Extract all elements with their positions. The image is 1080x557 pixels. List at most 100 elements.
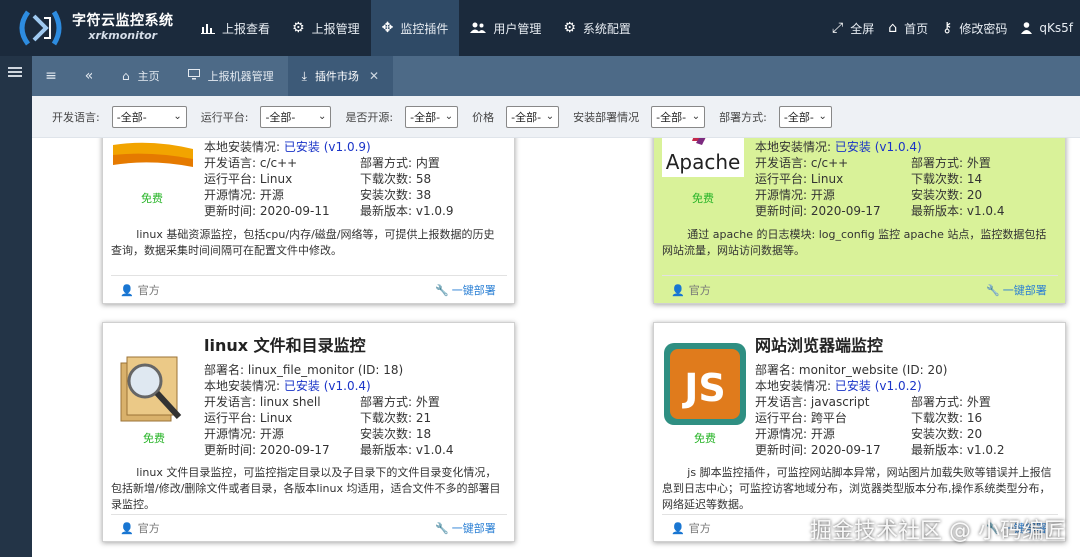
field-label: 部署方式: (360, 156, 413, 170)
fullscreen-button[interactable]: ⤢ 全屏 (825, 0, 881, 56)
user-icon: 👤 (120, 521, 134, 535)
chevron-down-icon: ⌄ (691, 111, 701, 122)
field-label: 安装次数: (911, 427, 964, 441)
chevron-down-icon: ⌄ (318, 111, 327, 122)
plugin-description: linux 基础资源监控，包括cpu/内存/磁盘/网络等，可提供上报数据的历史查… (111, 228, 495, 257)
apache-logo-text: Apache (666, 150, 741, 174)
field-value: 内置 (415, 156, 440, 170)
field-value: 开源 (259, 427, 284, 441)
downloads-row: 下载次数: 21 (360, 409, 431, 426)
chevron-down-icon: ⌄ (444, 111, 454, 122)
select-value: -全部- (265, 110, 296, 124)
field-label: 安装次数: (360, 188, 413, 202)
install-version: (v1.0.9) (323, 140, 371, 154)
chevron-down-icon: ⌄ (545, 111, 555, 122)
field-label: 安装次数: (911, 188, 964, 202)
platform-row: 运行平台: Linux (755, 170, 843, 187)
install-link[interactable]: 已安装 (835, 140, 871, 154)
filter-lang-select[interactable]: -全部- ⌄ (111, 105, 187, 128)
field-label: 开发语言: (204, 156, 257, 170)
filter-price-select[interactable]: -全部- ⌄ (506, 105, 560, 128)
menu-toggle-icon[interactable] (8, 67, 22, 77)
field-value: 21 (415, 411, 432, 425)
tab-machine-manage[interactable]: 上报机器管理 (174, 56, 288, 96)
field-label: 更新时间: (204, 443, 257, 457)
close-icon[interactable]: ✕ (369, 69, 379, 83)
field-label: 本地安装情况: (204, 379, 281, 393)
app-subtitle: xrkmonitor (88, 28, 158, 42)
install-link[interactable]: 已安装 (284, 379, 320, 393)
official-label: 官方 (137, 284, 160, 297)
field-label: 本地安装情况: (755, 140, 832, 154)
filter-install-select[interactable]: -全部- ⌄ (651, 105, 706, 128)
platform-row: 运行平台: Linux (204, 409, 292, 426)
official-label: 官方 (688, 284, 711, 297)
updated-row: 更新时间: 2020-09-17 (755, 202, 881, 219)
filter-opensource-label: 是否开源: (345, 110, 394, 124)
filter-opensource-select[interactable]: -全部- ⌄ (405, 105, 459, 128)
platform-row: 运行平台: 跨平台 (755, 409, 847, 426)
filter-lang-label: 开发语言: (52, 110, 100, 124)
nav-system-config[interactable]: ⚙ 系统配置 (552, 0, 642, 56)
field-label: 开源情况: (755, 427, 808, 441)
user-menu[interactable]: qKs5f (1014, 0, 1080, 56)
latest-row: 最新版本: v1.0.2 (911, 441, 1005, 458)
nav-report-manage[interactable]: ⚙ 上报管理 (281, 0, 371, 56)
install-link[interactable]: 已安装 (284, 140, 320, 154)
field-label: 运行平台: (204, 411, 257, 425)
linux-logo-image: Linux (111, 138, 204, 175)
list-toggle-icon[interactable]: ≡ (32, 56, 70, 96)
app-logo[interactable]: 字符云监控系统 xrkmonitor (0, 0, 190, 56)
nav-monitor-plugin[interactable]: ✥ 监控插件 (370, 0, 460, 56)
field-value: 18 (415, 427, 432, 441)
tab-home[interactable]: ⌂ 主页 (108, 56, 174, 96)
field-value: javascript (810, 395, 870, 409)
select-value: -全部- (783, 110, 814, 124)
tab-plugin-market[interactable]: ⤓ 插件市场 ✕ (287, 56, 393, 96)
official-badge: 👤 官方 (120, 282, 160, 298)
plugin-card-highlighted: Apache 免费 本地安装情况: 已安装 (v1.0.4) 开发语言: c/c… (653, 138, 1066, 304)
field-value: 外置 (966, 395, 991, 409)
lang-row: 开发语言: linux shell (204, 393, 321, 410)
tabs-back-icon[interactable]: « (70, 56, 108, 96)
chevron-down-icon: ⌄ (173, 111, 182, 122)
downloads-row: 下载次数: 58 (360, 170, 431, 187)
home-button[interactable]: ⌂ 首页 (881, 0, 935, 56)
open-row: 开源情况: 开源 (755, 425, 835, 442)
nav-user-manage[interactable]: 用户管理 (459, 0, 552, 56)
install-version: (v1.0.4) (323, 379, 371, 393)
price-label: 免费 (141, 192, 163, 205)
change-password-button[interactable]: ⚷ 修改密码 (935, 0, 1014, 56)
nav-label: 上报查看 (222, 21, 271, 36)
install-link[interactable]: 已安装 (835, 379, 871, 393)
select-value: -全部- (116, 110, 147, 124)
one-click-deploy-button[interactable]: 🔧 一键部署 (435, 282, 496, 298)
divider (111, 275, 507, 276)
user-icon: 👤 (671, 521, 685, 535)
filter-deploy-select[interactable]: -全部- ⌄ (778, 105, 832, 128)
top-right-nav: ⤢ 全屏 ⌂ 首页 ⚷ 修改密码 qKs5f (825, 0, 1080, 56)
updated-row: 更新时间: 2020-09-11 (204, 202, 330, 219)
field-value: 外置 (415, 395, 440, 409)
divider (662, 275, 1058, 276)
field-value: 外置 (966, 156, 991, 170)
field-value: v1.0.4 (415, 443, 454, 457)
user-icon: 👤 (120, 283, 134, 297)
field-label: 更新时间: (755, 443, 808, 457)
official-label: 官方 (137, 522, 160, 535)
lang-row: 开发语言: c/c++ (204, 154, 297, 171)
plugin-card: Linux 免费 本地安装情况: 已安装 (v1.0.9) 开发语言: c/c+… (102, 138, 515, 304)
field-label: 下载次数: (911, 411, 964, 425)
nav-report-view[interactable]: 上报查看 (190, 0, 281, 56)
install-version: (v1.0.2) (874, 379, 922, 393)
field-value: 开源 (259, 188, 284, 202)
fullscreen-icon: ⤢ (831, 20, 844, 36)
updated-row: 更新时间: 2020-09-17 (204, 441, 330, 458)
one-click-deploy-button[interactable]: 🔧 一键部署 (986, 282, 1047, 298)
main-nav: 上报查看 ⚙ 上报管理 ✥ 监控插件 用户管理 ⚙ 系统配置 (190, 0, 642, 56)
field-value: 开源 (810, 188, 835, 202)
updated-row: 更新时间: 2020-09-17 (755, 441, 881, 458)
filter-platform-select[interactable]: -全部- ⌄ (260, 105, 332, 128)
one-click-deploy-button[interactable]: 🔧 一键部署 (435, 520, 496, 536)
field-value: Linux (810, 172, 844, 186)
